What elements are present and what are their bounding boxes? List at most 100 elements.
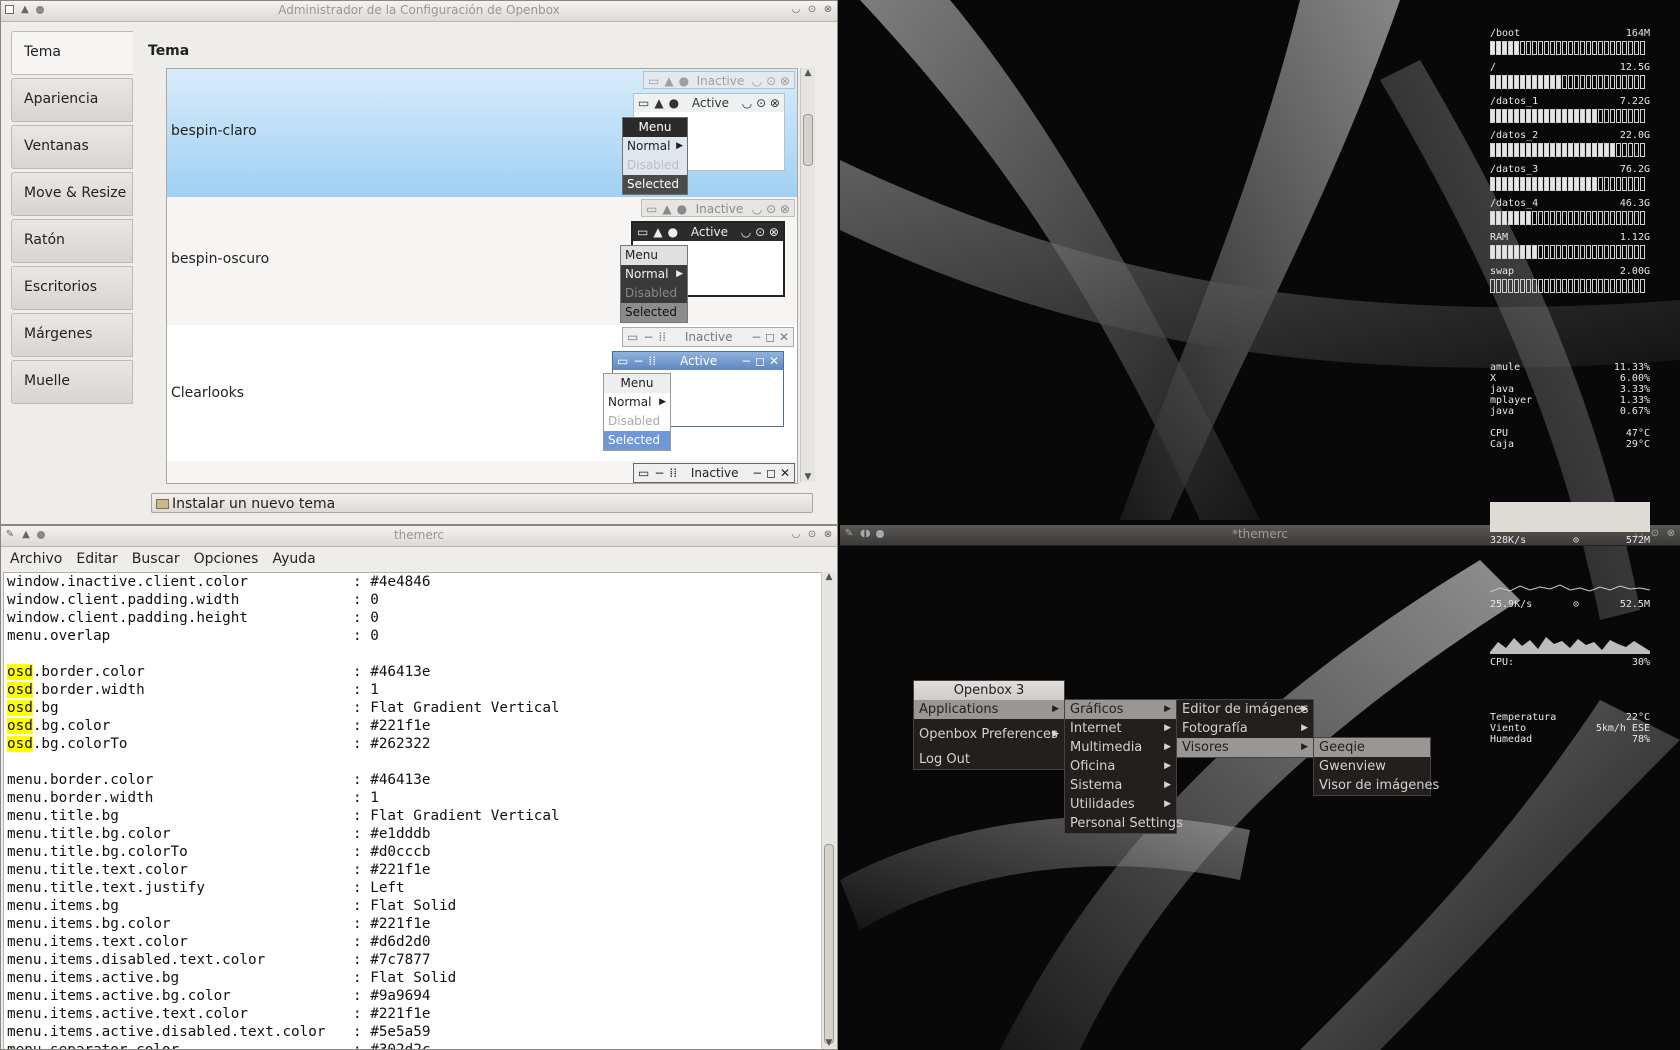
theme-row-bespin-claro[interactable]: bespin-claro ▭ ▲ ● Inactive ◡ ⊙ ⊗ ▭ ▲ ● Active ◡… (167, 69, 797, 197)
menu-item-visores[interactable]: Visores ▶ (1177, 738, 1313, 757)
top-processes: amule 11.33% X 6.00% java 3.33% mplayer 1.33% ja… (1490, 362, 1650, 417)
shade-icon: ▲ (664, 74, 674, 88)
tab-apariencia[interactable]: Apariencia (11, 78, 133, 122)
text-editor[interactable]: window.inactive.client.color: #4e4846 win… (3, 572, 823, 1049)
theme-row-bespin-oscuro[interactable]: bespin-oscuro ▭ ▲ ● Inactive ◡ ⊙ ⊗ ▭ ▲ ● Active… (167, 197, 797, 325)
cpu-row: CPU: 30% (1490, 657, 1650, 668)
menu-item-log-out[interactable]: Log Out (914, 750, 1064, 769)
preview-menu: Menu Normal ▶ Disabled Selected (622, 117, 688, 195)
applications-submenu: Gráficos ▶ Internet ▶ Multimedia ▶ Oficina ▶ Sis… (1064, 699, 1183, 834)
disk-name: /boot (1490, 28, 1521, 39)
code-line: menu.title.bg: Flat Gradient Vertical (7, 807, 560, 825)
code-line: menu.title.bg.color: #e1dddb (7, 825, 560, 843)
inactive-label: Inactive (696, 74, 745, 88)
menu-ayuda[interactable]: Ayuda (272, 551, 315, 572)
scroll-down-icon[interactable]: ▼ (822, 1038, 836, 1048)
code-value: : #5e5a59 (353, 1024, 431, 1040)
code-key: window.client.padding.width (7, 592, 240, 608)
process-row-label: java (1490, 384, 1515, 395)
scroll-up-icon[interactable]: ▲ (801, 68, 815, 78)
disk-name: swap (1490, 266, 1515, 277)
usage-bar (1490, 245, 1650, 259)
tab-margenes[interactable]: Márgenes (11, 313, 133, 357)
tab-raton[interactable]: Ratón (11, 219, 133, 263)
download-row: 328K/s ⊙ 572M (1490, 535, 1650, 546)
menu-item-openbox-preferences[interactable]: Openbox Preferences ▶ (914, 725, 1064, 744)
inactive-label: Inactive (690, 466, 739, 480)
window-title: Administrador de la Configuración de Ope… (278, 3, 560, 17)
menu-item-sistema[interactable]: Sistema ▶ (1065, 776, 1176, 795)
close-icon[interactable]: ⊗ (823, 5, 833, 15)
disk-name: RAM (1490, 232, 1509, 243)
close-icon[interactable]: ⊗ (823, 530, 833, 540)
gedit-titlebar[interactable]: ✎ ▲ themerc ◡ ⊙ ⊗ (1, 526, 837, 547)
menu-archivo[interactable]: Archivo (10, 551, 62, 572)
scrollbar-thumb[interactable] (803, 114, 813, 166)
obconf-titlebar[interactable]: ▲ Administrador de la Configuración de O… (1, 1, 837, 22)
menu-item-oficina[interactable]: Oficina ▶ (1065, 757, 1176, 776)
tab-move-resize[interactable]: Move & Resize (11, 172, 133, 216)
disk-row: /datos_1 7.22G (1490, 96, 1650, 107)
omnipresent-icon: ● (678, 74, 690, 88)
menu-item-multimedia[interactable]: Multimedia ▶ (1065, 738, 1176, 757)
scrollbar-thumb[interactable] (824, 844, 834, 1044)
menu-item-utilidades[interactable]: Utilidades ▶ (1065, 795, 1176, 814)
menu-buscar[interactable]: Buscar (132, 551, 180, 572)
maximize-icon[interactable]: ⊙ (1650, 529, 1660, 539)
theme-row-clearlooks[interactable]: Clearlooks ▭ − ⁞⁞ Inactive − ◻ ✕ ▭ − ⁞⁞ Active −… (167, 325, 797, 461)
submenu-arrow-icon: ▶ (1301, 704, 1308, 714)
maximize-icon[interactable]: ⊙ (807, 5, 817, 15)
tab-ventanas[interactable]: Ventanas (11, 125, 133, 169)
install-theme-button[interactable]: Instalar un nuevo tema (151, 493, 813, 513)
maximize-icon[interactable]: ⊙ (807, 530, 817, 540)
menu-item-editor-de-imágenes[interactable]: Editor de imágenes ▶ (1177, 700, 1313, 719)
editor-scrollbar[interactable]: ▲ ▼ (821, 572, 836, 1048)
code-key: menu.items.active.bg.color (7, 988, 231, 1004)
upload-row: 25.9K/s ⊙ 52.5M (1490, 599, 1650, 610)
menu-item-geeqie[interactable]: Geeqie (1314, 738, 1430, 757)
scroll-up-icon[interactable]: ▲ (822, 572, 836, 582)
preview-inactive-window: ▭ ▲ ● Inactive ◡ ⊙ ⊗ (643, 71, 795, 89)
tab-tema[interactable]: Tema (11, 31, 133, 75)
process-row-label: X (1490, 373, 1497, 384)
iconify-icon[interactable]: ◡ (791, 5, 801, 15)
theme-list-scrollbar[interactable]: ▲ ▼ (800, 68, 815, 482)
submenu-arrow-icon: ▶ (1052, 729, 1059, 739)
tab-escritorios[interactable]: Escritorios (11, 266, 133, 310)
menu-item-applications[interactable]: Applications ▶ (914, 700, 1064, 719)
code-line: menu.title.bg.colorTo: #d0cccb (7, 843, 560, 861)
submenu-arrow-icon: ▶ (1301, 742, 1308, 752)
menu-item-gráficos[interactable]: Gráficos ▶ (1065, 700, 1176, 719)
window-icon: ▭ (638, 96, 650, 110)
code-key: menu.items.active.bg (7, 970, 180, 986)
shade-icon: ▲ (653, 225, 663, 239)
code-key: menu.title.bg.colorTo (7, 844, 188, 860)
iconify-icon[interactable]: ◡ (791, 530, 801, 540)
window-icon: ▭ (646, 202, 658, 216)
menu-item-fotografía[interactable]: Fotografía ▶ (1177, 719, 1313, 738)
menu-editar[interactable]: Editar (76, 551, 117, 572)
disk-value: 12.5G (1619, 62, 1650, 73)
active-label: Active (680, 354, 718, 368)
disk-value: 7.22G (1619, 96, 1650, 107)
menu-item-personal-settings[interactable]: Personal Settings (1065, 814, 1183, 833)
theme-row-partial[interactable]: ▭ − ⁞⁞ Inactive − ◻ ✕ (167, 461, 797, 483)
tab-muelle[interactable]: Muelle (11, 360, 133, 404)
menu-item-visor-de-imágenes[interactable]: Visor de imágenes (1314, 776, 1439, 795)
code-line: menu.separator.color: #302d2c (7, 1041, 560, 1049)
process-row: java 3.33% (1490, 384, 1650, 395)
menu-opciones[interactable]: Opciones (194, 551, 259, 572)
close-icon[interactable]: ⊗ (1666, 529, 1676, 539)
process-row: X 6.00% (1490, 373, 1650, 384)
gedit-window: ✎ ▲ themerc ◡ ⊙ ⊗ Archivo Editar Buscar Opc… (0, 525, 838, 1050)
weather: Temperatura 22°C Viento 5km/h ESE Humedad 78% (1490, 712, 1650, 745)
scroll-down-icon[interactable]: ▼ (801, 472, 815, 482)
menu-item-gwenview[interactable]: Gwenview (1314, 757, 1430, 776)
menu-item-internet[interactable]: Internet ▶ (1065, 719, 1176, 738)
code-key: menu.items.text.color (7, 934, 188, 950)
active-label: Active (691, 96, 729, 110)
process-row-label: mplayer (1490, 395, 1533, 406)
minimize-icon: − (643, 330, 654, 344)
search-highlight: osd (7, 700, 33, 716)
folder-icon (156, 499, 169, 509)
